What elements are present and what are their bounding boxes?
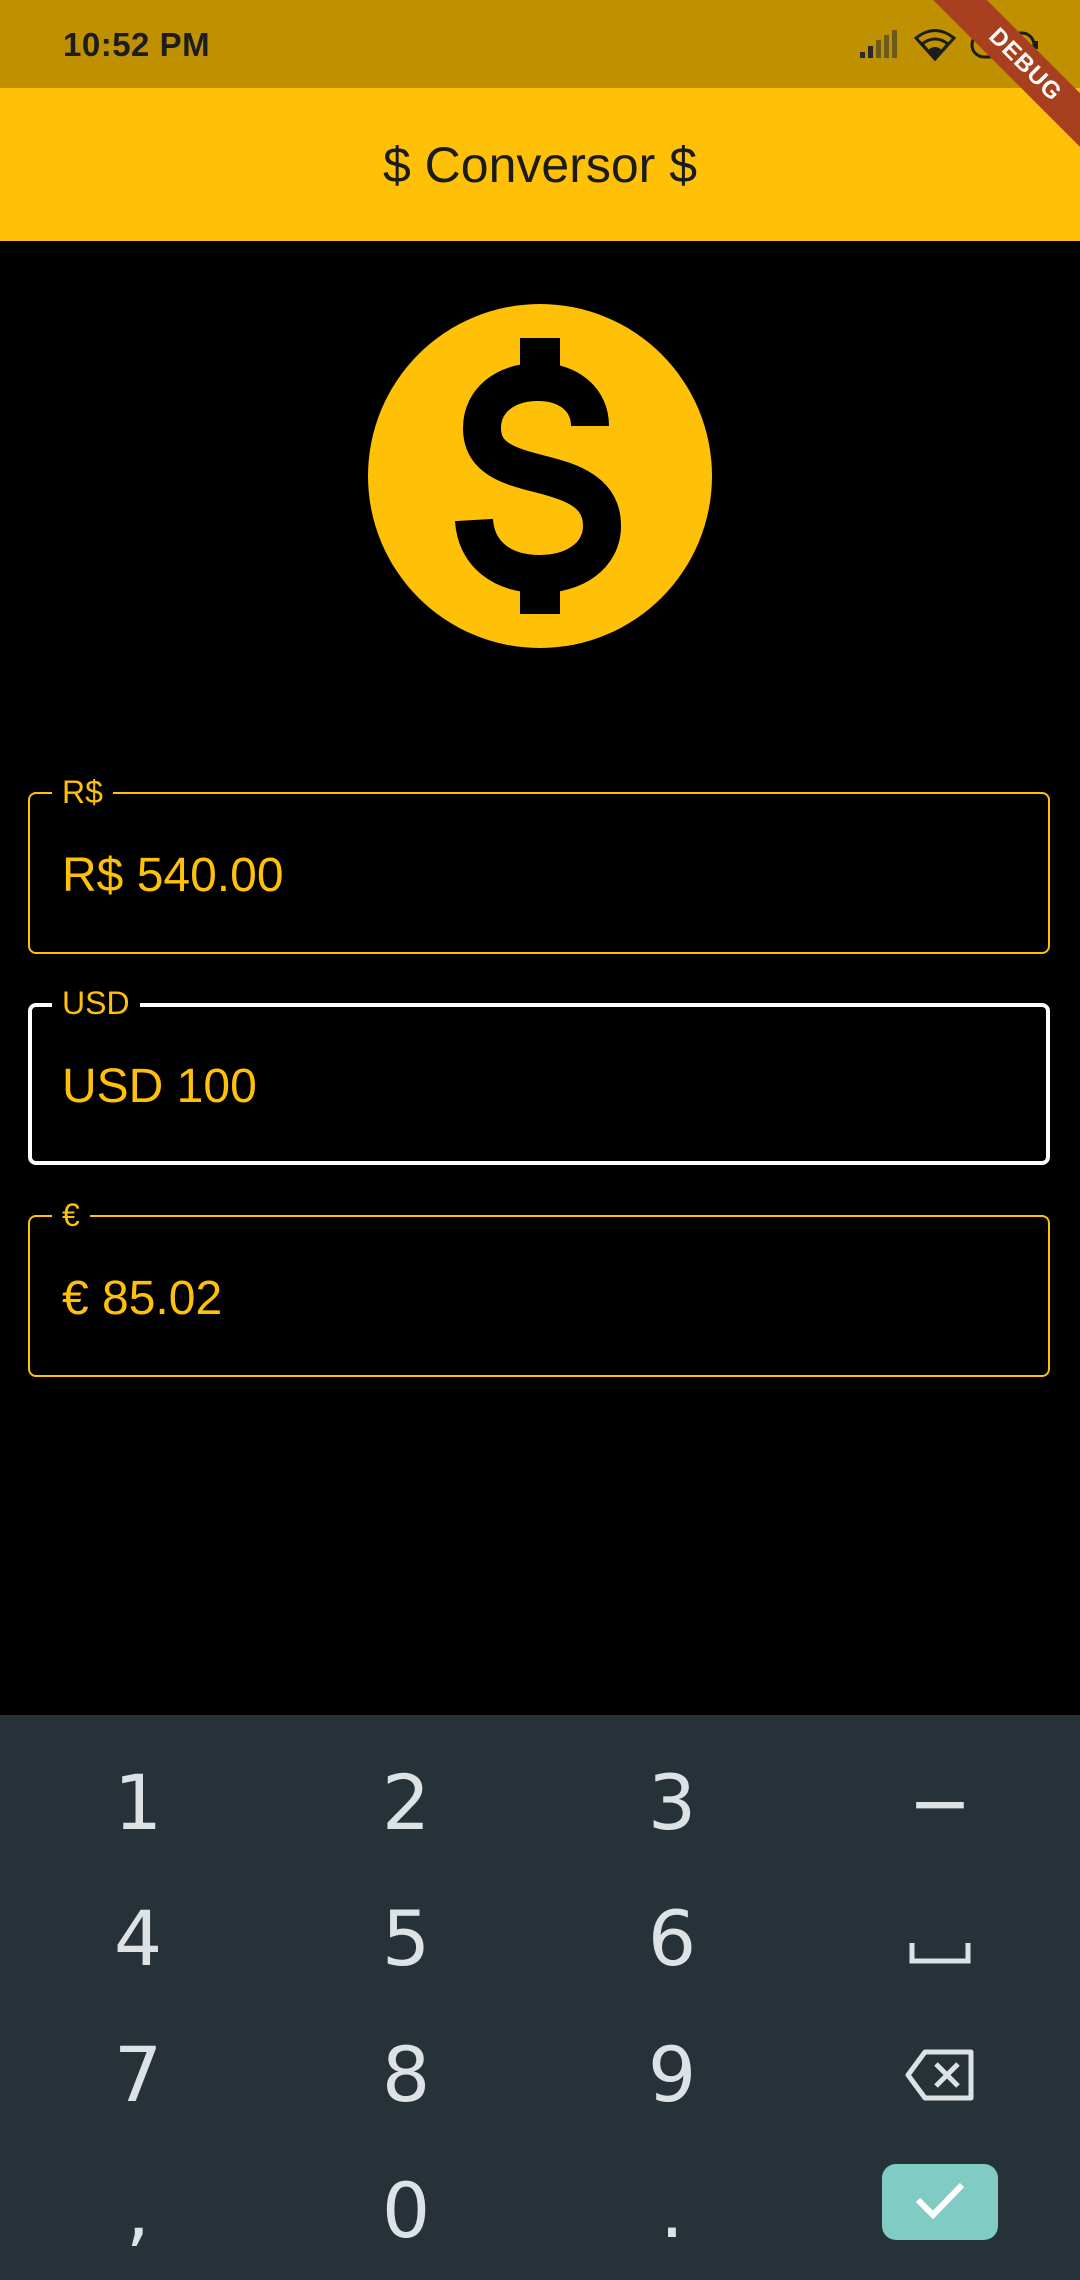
screen: 10:52 PM DEBUG $ Conversor $ R$ R$ 540.0… bbox=[0, 0, 1080, 2280]
eur-field-label: € bbox=[52, 1195, 90, 1235]
key-2[interactable]: 2 bbox=[306, 1737, 506, 1867]
eur-field[interactable]: € € 85.02 bbox=[28, 1195, 1050, 1377]
brl-field-value[interactable]: R$ 540.00 bbox=[62, 846, 284, 906]
key-space[interactable]: ␣ bbox=[840, 1873, 1040, 2003]
key-minus[interactable]: − bbox=[840, 1737, 1040, 1867]
usd-field-label: USD bbox=[52, 983, 140, 1023]
key-comma[interactable]: , bbox=[38, 2145, 238, 2275]
wifi-icon bbox=[913, 28, 957, 66]
app-bar: $ Conversor $ bbox=[0, 88, 1080, 241]
brl-field-label: R$ bbox=[52, 772, 113, 812]
eur-field-value[interactable]: € 85.02 bbox=[62, 1269, 222, 1329]
dollar-icon bbox=[368, 304, 712, 648]
key-6[interactable]: 6 bbox=[572, 1873, 772, 2003]
signal-icon bbox=[858, 29, 900, 65]
key-5[interactable]: 5 bbox=[306, 1873, 506, 2003]
usd-field-value[interactable]: USD 100 bbox=[62, 1057, 257, 1117]
numeric-keyboard: 1 2 3 − 4 5 6 ␣ 7 8 9 bbox=[0, 1715, 1080, 2280]
brl-field[interactable]: R$ R$ 540.00 bbox=[28, 772, 1050, 954]
key-3[interactable]: 3 bbox=[572, 1737, 772, 1867]
usd-field[interactable]: USD USD 100 bbox=[28, 983, 1050, 1165]
key-1[interactable]: 1 bbox=[38, 1737, 238, 1867]
key-period[interactable]: . bbox=[572, 2145, 772, 2275]
status-bar: 10:52 PM bbox=[0, 0, 1080, 88]
key-9[interactable]: 9 bbox=[572, 2009, 772, 2139]
app-title: $ Conversor $ bbox=[382, 136, 698, 193]
key-4[interactable]: 4 bbox=[38, 1873, 238, 2003]
key-0[interactable]: 0 bbox=[306, 2145, 506, 2275]
status-time: 10:52 PM bbox=[63, 26, 211, 63]
backspace-icon bbox=[905, 2030, 975, 2119]
key-8[interactable]: 8 bbox=[306, 2009, 506, 2139]
check-icon bbox=[914, 2180, 966, 2225]
key-backspace[interactable] bbox=[840, 2009, 1040, 2139]
key-7[interactable]: 7 bbox=[38, 2009, 238, 2139]
done-button[interactable] bbox=[882, 2164, 998, 2240]
space-bar-icon bbox=[908, 1894, 972, 1983]
